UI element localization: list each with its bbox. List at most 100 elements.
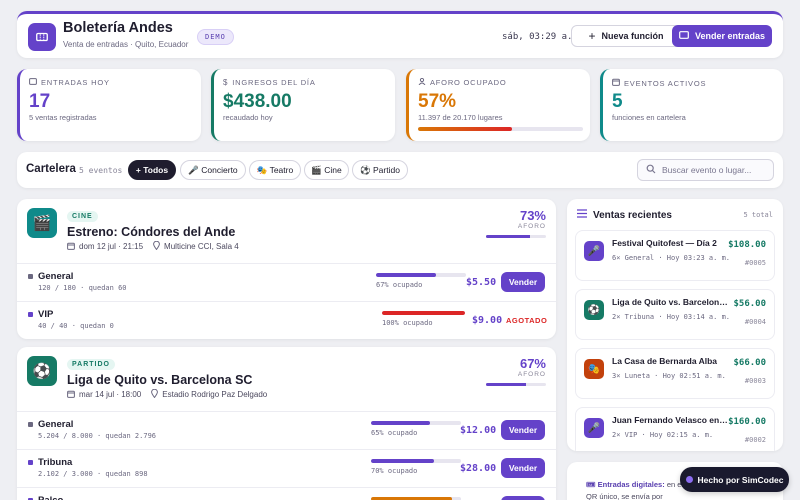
event-venue: Estadio Rodrigo Paz Delgado (162, 390, 268, 399)
location-pin-icon (151, 388, 159, 400)
ticket-icon (679, 31, 689, 41)
event-occupancy-percent: 67% (519, 356, 546, 371)
tier-occupancy-bar (382, 311, 465, 315)
calendar-icon (67, 390, 75, 400)
tier-price: $9.00 (472, 315, 503, 326)
new-show-button[interactable]: + Nueva función (571, 25, 681, 47)
event-occupancy-label: AFORO (517, 223, 546, 230)
sale-amount: $66.00 (733, 358, 766, 368)
sale-event-name: Festival Quitofest — Día 2 (612, 238, 717, 248)
tier-stock: 120 / 180 · quedan 60 (38, 284, 127, 292)
tier-name: VIP (38, 309, 54, 320)
tier-occupancy-fill (371, 421, 430, 425)
stat-note: 11.397 de 20.170 lugares (418, 113, 503, 122)
stat-label-text: AFORO OCUPADO (430, 78, 507, 87)
occupancy-progress-bar (418, 127, 583, 131)
sale-reference: #0004 (744, 318, 766, 326)
sale-detail: 2× Tribuna · Hoy 03:14 a. m. (612, 313, 731, 321)
stat-card: EVENTOS ACTIVOS 5 funciones en cartelera (600, 69, 783, 141)
sale-reference: #0003 (744, 377, 766, 385)
list-icon (577, 209, 587, 221)
tier-occupancy-fill (376, 273, 437, 277)
filter-chip-cinema[interactable]: 🎬 Cine (304, 160, 349, 180)
sale-item[interactable]: ⚽ Liga de Quito vs. Barcelona SC 2× Tribun… (575, 289, 775, 340)
event-type-badge: PARTIDO (67, 359, 115, 370)
stat-label: EVENTOS ACTIVOS (612, 78, 706, 88)
tier-name: General (38, 271, 74, 282)
stat-value: 17 (29, 91, 51, 112)
sell-tickets-button[interactable]: Vender entradas (672, 25, 772, 47)
dollar-icon: $ (223, 78, 229, 87)
sale-amount: $56.00 (733, 299, 766, 309)
event-card: ⚽ PARTIDO Liga de Quito vs. Barcelona SC ma… (17, 347, 556, 500)
sale-item[interactable]: 🎤 Festival Quitofest — Día 2 6× General · … (575, 230, 775, 281)
event-occupancy-bar (486, 235, 546, 238)
tier-price: $5.50 (466, 277, 497, 288)
app-header: Boletería Andes Venta de entradas · Quit… (17, 11, 783, 58)
stat-card: $ INGRESOS DEL DÍA $438.00 recaudado hoy (211, 69, 395, 141)
search-input[interactable] (662, 165, 772, 175)
filter-chip-match[interactable]: ⚽ Partido (352, 160, 408, 180)
event-title: Estreno: Cóndores del Ande (67, 225, 236, 239)
sale-detail: 6× General · Hoy 03:23 a. m. (612, 254, 731, 262)
people-icon (418, 77, 426, 87)
sale-amount: $108.00 (728, 240, 766, 250)
event-thumbnail-icon: 🎬 (27, 208, 57, 238)
stat-label: ENTRADAS HOY (29, 78, 110, 87)
event-meta: mar 14 jul · 18:00 Estadio Rodrigo Paz De… (67, 388, 268, 400)
app-title: Boletería Andes (63, 20, 173, 36)
search-box[interactable] (637, 159, 774, 181)
tier-dot-icon (28, 422, 33, 427)
filter-chip-theater[interactable]: 🎭 Teatro (249, 160, 301, 180)
tier-name: Tribuna (38, 457, 73, 468)
event-thumbnail-icon: ⚽ (27, 356, 57, 386)
filter-chip-concert[interactable]: 🎤 Concierto (180, 160, 246, 180)
tier-occupancy-fill (382, 311, 465, 315)
sell-tier-button[interactable]: Vender (501, 272, 545, 292)
recent-sales-header: Ventas recientes (577, 209, 672, 221)
tier-price: $12.00 (460, 425, 497, 436)
stat-value: 57% (418, 91, 457, 112)
sale-item[interactable]: 🎭 La Casa de Bernarda Alba 3× Luneta · Hoy… (575, 348, 775, 399)
event-meta: dom 12 jul · 21:15 Multicine CCI, Sala 4 (67, 240, 239, 252)
event-date: dom 12 jul · 21:15 (79, 242, 144, 251)
stat-label-text: ENTRADAS HOY (41, 78, 110, 87)
tier-occupancy-text: 65% ocupado (371, 429, 418, 437)
event-card: 🎬 CINE Estreno: Cóndores del Ande dom 12 ju… (17, 199, 556, 339)
tier-stock: 2.102 / 3.000 · quedan 898 (38, 470, 148, 478)
search-icon (646, 161, 656, 179)
sell-tier-button[interactable]: Vender (501, 458, 545, 478)
event-occupancy-fill (486, 235, 530, 238)
tier-dot-icon (28, 274, 33, 279)
new-show-label: Nueva función (601, 31, 664, 41)
cartelera-title: Cartelera (26, 163, 76, 175)
brand-dot-icon (685, 476, 693, 483)
sale-item[interactable]: 🎤 Juan Fernando Velasco en c… 2× VIP · Hoy… (575, 407, 775, 451)
filter-chip-all[interactable]: + Todos (128, 160, 176, 180)
tier-dot-icon (28, 312, 33, 317)
tier-occupancy-fill (371, 459, 434, 463)
stat-label: AFORO OCUPADO (418, 77, 507, 87)
sale-reference: #0005 (744, 259, 766, 267)
sale-detail: 2× VIP · Hoy 02:15 a. m. (612, 431, 714, 439)
stat-label: $ INGRESOS DEL DÍA (223, 78, 316, 87)
tier-name: Palco (38, 495, 63, 500)
stat-note: funciones en cartelera (612, 113, 686, 122)
info-title: 🎟 Entradas digitales: (586, 480, 665, 489)
ticket-tier-row: VIP 40 / 40 · quedan 0 100% ocupado $9.00 AG… (17, 301, 556, 339)
event-occupancy-bar (486, 383, 546, 386)
made-by-badge[interactable]: Hecho por SimCodec (680, 467, 789, 492)
event-title: Liga de Quito vs. Barcelona SC (67, 373, 253, 387)
tier-dot-icon (28, 460, 33, 465)
plus-icon: + (588, 29, 596, 43)
tier-stock: 5.204 / 8.000 · quedan 2.796 (38, 432, 157, 440)
ticket-tier-row: Tribuna 2.102 / 3.000 · quedan 898 70% ocu… (17, 449, 556, 487)
tier-price: $28.00 (460, 463, 497, 474)
sell-tier-button[interactable]: Vender (501, 420, 545, 440)
event-type-badge: CINE (67, 211, 98, 222)
demo-badge: DEMO (197, 29, 234, 45)
event-occupancy-fill (486, 383, 527, 386)
occupancy-progress-fill (418, 127, 513, 131)
sell-tier-button[interactable] (501, 496, 545, 500)
event-venue: Multicine CCI, Sala 4 (164, 242, 239, 251)
